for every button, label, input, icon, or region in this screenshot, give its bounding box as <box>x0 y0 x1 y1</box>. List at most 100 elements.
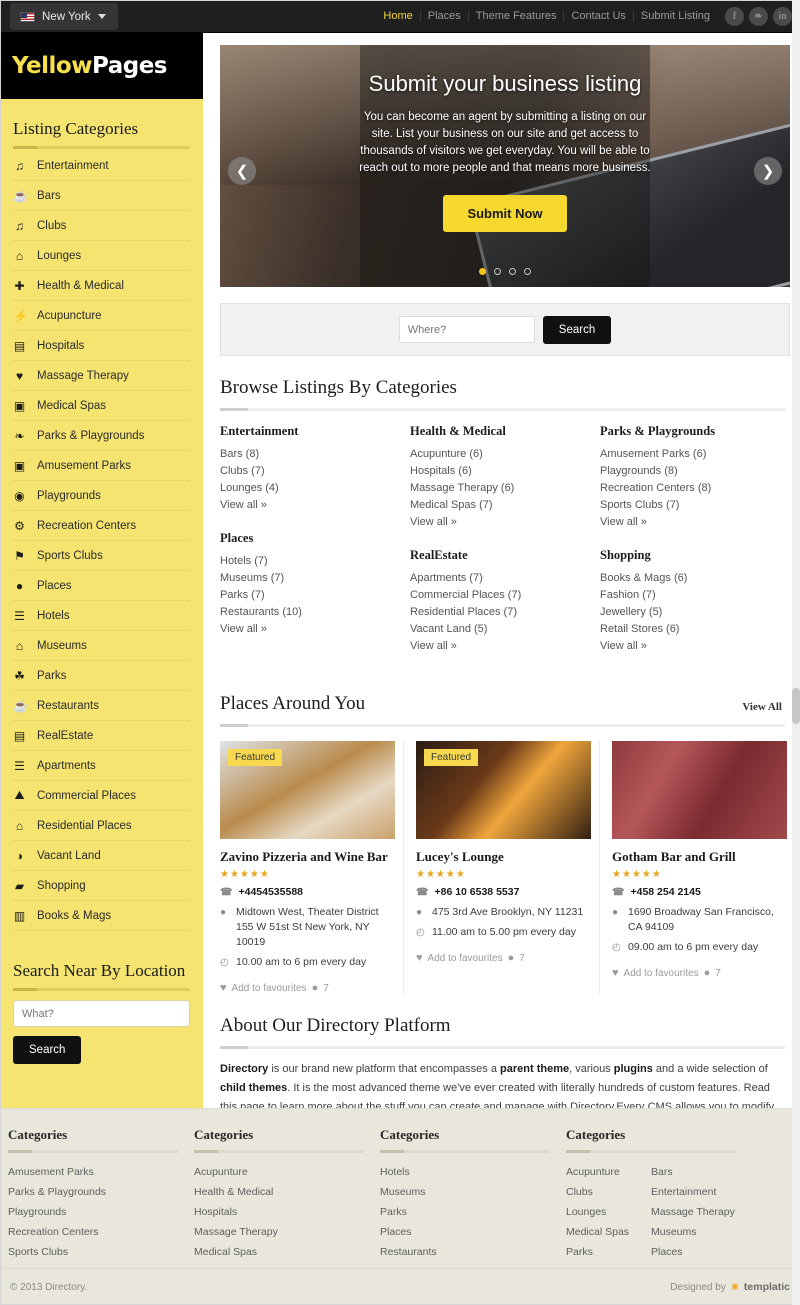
sidebar-item-acupuncture[interactable]: ⚡ Acupuncture <box>13 301 190 331</box>
sidebar-item-commercial-places[interactable]: ⛰ Commercial Places <box>13 781 190 811</box>
footer-link[interactable]: Restaurants <box>380 1242 550 1262</box>
footer-link[interactable]: Massage Therapy <box>651 1202 736 1222</box>
browse-view-all-link[interactable]: View all » <box>410 514 600 531</box>
browse-view-all-link[interactable]: View all » <box>600 514 790 531</box>
place-name[interactable]: Gotham Bar and Grill <box>612 849 787 865</box>
browse-link[interactable]: Acupunture (6) <box>410 446 600 463</box>
sidebar-item-clubs[interactable]: ♫ Clubs <box>13 211 190 241</box>
browse-view-all-link[interactable]: View all » <box>220 621 410 638</box>
heart-icon[interactable]: ♥ <box>612 967 619 979</box>
sidebar-item-playgrounds[interactable]: ◉ Playgrounds <box>13 481 190 511</box>
browse-link[interactable]: Recreation Centers (8) <box>600 480 790 497</box>
sidebar-item-vacant-land[interactable]: ◑ Vacant Land <box>13 841 190 871</box>
footer-link[interactable]: Parks & Playgrounds <box>8 1182 178 1202</box>
browse-link[interactable]: Medical Spas (7) <box>410 497 600 514</box>
sidebar-item-residential-places[interactable]: ⌂ Residential Places <box>13 811 190 841</box>
browse-link[interactable]: Bars (8) <box>220 446 410 463</box>
slider-dot-1[interactable] <box>479 268 486 275</box>
sidebar-item-restaurants[interactable]: ☕ Restaurants <box>13 691 190 721</box>
linkedin-icon[interactable]: in <box>773 7 792 26</box>
submit-now-button[interactable]: Submit Now <box>443 195 567 232</box>
browse-link[interactable]: Sports Clubs (7) <box>600 497 790 514</box>
nav-item-theme-features[interactable]: Theme Features <box>469 11 565 22</box>
footer-link[interactable]: Medical Spas <box>566 1222 651 1242</box>
sidebar-item-amusement-parks[interactable]: ▣ Amusement Parks <box>13 451 190 481</box>
browse-link[interactable]: Hotels (7) <box>220 553 410 570</box>
footer-link[interactable]: Museums <box>651 1222 736 1242</box>
nav-item-contact-us[interactable]: Contact Us <box>564 11 634 22</box>
sidebar-item-entertainment[interactable]: ♫ Entertainment <box>13 151 190 181</box>
place-card[interactable]: Featured Lucey's Lounge ★★★★★ ☎ +86 10 6538 … <box>403 741 599 994</box>
browse-link[interactable]: Residential Places (7) <box>410 604 600 621</box>
footer-link[interactable]: Sports Clubs <box>8 1242 178 1262</box>
browse-view-all-link[interactable]: View all » <box>220 497 410 514</box>
footer-link[interactable]: Amusement Parks <box>8 1162 178 1182</box>
search-button[interactable]: Search <box>542 315 612 344</box>
heart-icon[interactable]: ♥ <box>220 982 227 994</box>
add-to-favourites-label[interactable]: Add to favourites <box>624 968 699 979</box>
place-card[interactable]: Featured Zavino Pizzeria and Wine Bar ★★★★… <box>220 741 403 994</box>
footer-link[interactable]: Acupunture <box>566 1162 651 1182</box>
footer-link[interactable]: Places <box>380 1222 550 1242</box>
place-name[interactable]: Zavino Pizzeria and Wine Bar <box>220 849 395 865</box>
footer-link[interactable]: Entertainment <box>651 1182 736 1202</box>
city-selector[interactable]: New York <box>10 3 118 30</box>
sidebar-item-massage-therapy[interactable]: ♥ Massage Therapy <box>13 361 190 391</box>
sidebar-item-sports-clubs[interactable]: ⚑ Sports Clubs <box>13 541 190 571</box>
footer-link[interactable]: Lounges <box>566 1202 651 1222</box>
add-to-favourites-label[interactable]: Add to favourites <box>428 953 503 964</box>
chevron-left-icon[interactable]: ❮ <box>228 157 256 185</box>
slider-dot-2[interactable] <box>494 268 501 275</box>
places-view-all-link[interactable]: View All <box>742 701 782 713</box>
footer-link[interactable]: Museums <box>380 1182 550 1202</box>
browse-link[interactable]: Museums (7) <box>220 570 410 587</box>
slider-dot-4[interactable] <box>524 268 531 275</box>
browse-link[interactable]: Fashion (7) <box>600 587 790 604</box>
footer-link[interactable]: Recreation Centers <box>8 1222 178 1242</box>
nav-item-home[interactable]: Home <box>376 11 421 22</box>
sidebar-item-realestate[interactable]: ▤ RealEstate <box>13 721 190 751</box>
footer-link[interactable]: Health & Medical <box>194 1182 364 1202</box>
sidebar-item-apartments[interactable]: ☰ Apartments <box>13 751 190 781</box>
sidebar-item-museums[interactable]: ⌂ Museums <box>13 631 190 661</box>
sidebar-item-books-mags[interactable]: ▥ Books & Mags <box>13 901 190 931</box>
browse-link[interactable]: Retail Stores (6) <box>600 621 790 638</box>
heart-icon[interactable]: ♥ <box>416 952 423 964</box>
sidebar-item-shopping[interactable]: ▰ Shopping <box>13 871 190 901</box>
nav-item-submit-listing[interactable]: Submit Listing <box>634 11 717 22</box>
sidebar-search-button[interactable]: Search <box>13 1036 82 1064</box>
footer-link[interactable]: Acupunture <box>194 1162 364 1182</box>
sidebar-item-recreation-centers[interactable]: ⚙ Recreation Centers <box>13 511 190 541</box>
site-logo[interactable]: YellowPages <box>0 33 203 99</box>
footer-link[interactable]: Parks <box>566 1242 651 1262</box>
facebook-icon[interactable]: f <box>725 7 744 26</box>
place-card[interactable]: Gotham Bar and Grill ★★★★★ ☎ +458 254 2145 ●… <box>599 741 795 994</box>
browse-link[interactable]: Parks (7) <box>220 587 410 604</box>
add-to-favourites-label[interactable]: Add to favourites <box>232 983 307 994</box>
scrollbar[interactable] <box>792 0 800 1305</box>
browse-view-all-link[interactable]: View all » <box>410 638 600 655</box>
browse-link[interactable]: Amusement Parks (6) <box>600 446 790 463</box>
sidebar-item-bars[interactable]: ☕ Bars <box>13 181 190 211</box>
favourites-row[interactable]: ♥ Add to favourites ● 7 <box>416 952 591 964</box>
footer-link[interactable]: Hotels <box>380 1162 550 1182</box>
twitter-icon[interactable]: ❧ <box>749 7 768 26</box>
sidebar-item-parks-playgrounds[interactable]: ❧ Parks & Playgrounds <box>13 421 190 451</box>
sidebar-item-health-medical[interactable]: ✚ Health & Medical <box>13 271 190 301</box>
browse-link[interactable]: Lounges (4) <box>220 480 410 497</box>
footer-link[interactable]: Playgrounds <box>8 1202 178 1222</box>
sidebar-item-hotels[interactable]: ☰ Hotels <box>13 601 190 631</box>
nav-item-places[interactable]: Places <box>421 11 469 22</box>
sidebar-item-places[interactable]: ● Places <box>13 571 190 601</box>
browse-link[interactable]: Jewellery (5) <box>600 604 790 621</box>
favourites-row[interactable]: ♥ Add to favourites ● 7 <box>612 967 787 979</box>
browse-link[interactable]: Vacant Land (5) <box>410 621 600 638</box>
sidebar-item-parks[interactable]: ☘ Parks <box>13 661 190 691</box>
footer-link[interactable]: Places <box>651 1242 736 1262</box>
browse-link[interactable]: Massage Therapy (6) <box>410 480 600 497</box>
browse-link[interactable]: Books & Mags (6) <box>600 570 790 587</box>
slider-dot-3[interactable] <box>509 268 516 275</box>
footer-link[interactable]: Clubs <box>566 1182 651 1202</box>
scrollbar-thumb[interactable] <box>792 688 800 724</box>
footer-link[interactable]: Medical Spas <box>194 1242 364 1262</box>
